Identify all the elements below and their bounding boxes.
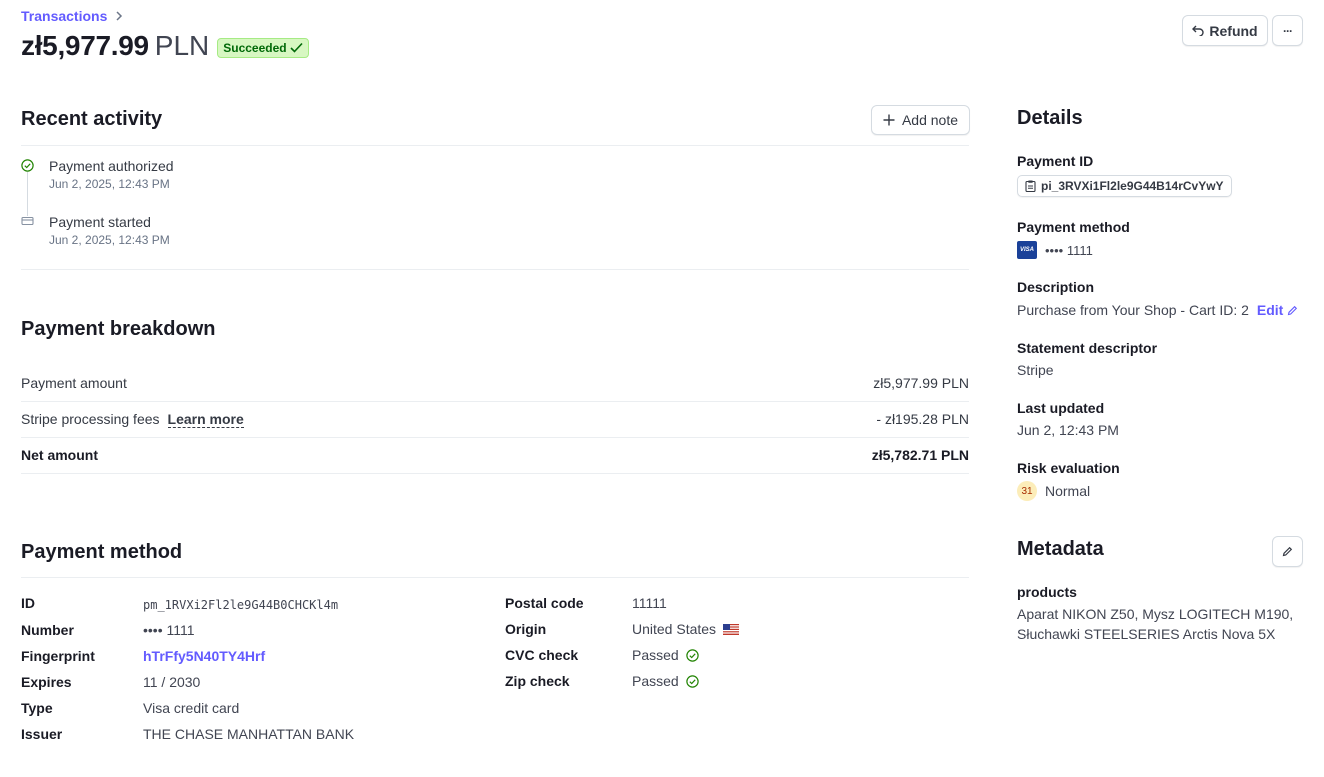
more-actions-button[interactable]: ··· (1272, 15, 1303, 46)
activity-title: Payment started (49, 214, 151, 230)
us-flag-icon (723, 623, 740, 635)
check-icon (290, 42, 303, 53)
risk-level: Normal (1045, 483, 1091, 499)
visa-card-icon: VISA (1017, 241, 1037, 259)
pm-number-label: Number (21, 622, 74, 638)
details-title: Details (1017, 107, 1083, 129)
check-circle-icon (686, 648, 699, 662)
divider (21, 269, 969, 270)
pm-cvc-value: Passed (632, 647, 679, 663)
risk-score-badge: 31 (1017, 481, 1037, 501)
metadata-title: Metadata (1017, 538, 1104, 560)
status-badge: Succeeded (217, 37, 309, 58)
clipboard-icon (1025, 180, 1036, 192)
pm-id-value: pm_1RVXi2Fl2le9G44B0CHCKl4m (143, 598, 339, 612)
pencil-icon (1288, 305, 1298, 315)
payment-breakdown-title: Payment breakdown (21, 318, 216, 340)
breadcrumb-transactions-link[interactable]: Transactions (21, 8, 107, 24)
statement-descriptor-value: Stripe (1017, 362, 1054, 378)
edit-description-button[interactable]: Edit (1257, 302, 1298, 318)
metadata-key: products (1017, 584, 1077, 600)
activity-item: Payment authorized Jun 2, 2025, 12:43 PM (21, 158, 174, 191)
status-badge-label: Succeeded (223, 40, 287, 55)
pm-id-label: ID (21, 595, 35, 611)
divider (21, 401, 969, 402)
activity-time: Jun 2, 2025, 12:43 PM (49, 233, 170, 247)
payment-id-value: pi_3RVXi1Fl2le9G44B14rCvYwY (1041, 179, 1224, 193)
edit-metadata-button[interactable] (1272, 536, 1303, 567)
pm-zip-value: Passed (632, 673, 679, 689)
pm-zip-label: Zip check (505, 673, 570, 689)
divider (21, 577, 969, 578)
risk-evaluation-label: Risk evaluation (1017, 460, 1120, 476)
refund-button[interactable]: Refund (1182, 15, 1268, 46)
description-value: Purchase from Your Shop - Cart ID: 2 (1017, 302, 1249, 318)
pm-origin-value: United States (632, 621, 717, 637)
last-updated-label: Last updated (1017, 400, 1105, 416)
check-circle-icon (686, 674, 699, 688)
pm-fingerprint-label: Fingerprint (21, 648, 95, 664)
pm-cvc-label: CVC check (505, 647, 579, 663)
activity-item: Payment started Jun 2, 2025, 12:43 PM (21, 214, 170, 247)
breadcrumb: Transactions (21, 8, 123, 24)
metadata-value-line2: Słuchawki STEELSERIES Arctis Nova 5X (1017, 626, 1276, 642)
payment-method-label: Payment method (1017, 219, 1130, 235)
payment-method-title: Payment method (21, 541, 183, 563)
pm-issuer-label: Issuer (21, 726, 63, 742)
card-icon (21, 216, 34, 226)
payment-amount: zł5,977.99 (21, 30, 149, 61)
refund-button-label: Refund (1209, 22, 1258, 39)
pencil-icon (1282, 546, 1293, 557)
payment-amount-label: Payment amount (21, 375, 127, 391)
divider (21, 145, 969, 146)
payment-currency: PLN (154, 30, 210, 61)
processing-fees-label: Stripe processing fees (21, 411, 160, 427)
net-amount-value: zł5,782.71 PLN (871, 447, 969, 463)
net-amount-label: Net amount (21, 447, 98, 463)
pm-type-label: Type (21, 700, 53, 716)
payment-amount-value: zł5,977.99 PLN (873, 375, 969, 391)
activity-title: Payment authorized (49, 158, 174, 174)
divider (21, 437, 969, 438)
description-label: Description (1017, 279, 1095, 295)
statement-descriptor-label: Statement descriptor (1017, 340, 1158, 356)
payment-id-label: Payment ID (1017, 153, 1094, 169)
pm-expires-label: Expires (21, 674, 72, 690)
pm-origin-label: Origin (505, 621, 547, 637)
pm-cvc: Passed (632, 647, 699, 663)
pm-expires-value: 11 / 2030 (143, 674, 201, 690)
check-circle-icon (21, 159, 34, 172)
pm-postal-label: Postal code (505, 595, 584, 611)
chevron-right-icon (115, 11, 123, 21)
learn-more-link[interactable]: Learn more (167, 411, 244, 428)
fingerprint-link[interactable]: hTrFfy5N40TY4Hrf (143, 648, 265, 664)
pm-origin: United States (632, 621, 740, 637)
activity-time: Jun 2, 2025, 12:43 PM (49, 177, 170, 191)
processing-fees-value: - zł195.28 PLN (876, 411, 969, 427)
pm-type-value: Visa credit card (143, 700, 240, 716)
risk-evaluation: 31 Normal (1017, 481, 1090, 501)
divider (21, 473, 969, 474)
payment-method-summary: VISA •••• 1111 (1017, 241, 1093, 259)
processing-fees-row: Stripe processing fees Learn more (21, 411, 244, 428)
copy-payment-id-button[interactable]: pi_3RVXi1Fl2le9G44B14rCvYwY (1017, 175, 1232, 197)
payment-header: zł5,977.99 PLN Succeeded (21, 30, 309, 62)
plus-icon (883, 114, 895, 126)
metadata-value-line1: Aparat NIKON Z50, Mysz LOGITECH M190, (1017, 606, 1294, 622)
add-note-label: Add note (901, 112, 959, 128)
more-icon: ··· (1283, 23, 1293, 38)
edit-description-label: Edit (1256, 302, 1284, 318)
pm-postal-value: 11111 (632, 595, 667, 611)
refund-arrow-icon (1192, 25, 1205, 36)
add-note-button[interactable]: Add note (871, 105, 970, 135)
pm-zip: Passed (632, 673, 699, 689)
pm-issuer-value: THE CHASE MANHATTAN BANK (143, 726, 355, 742)
last-updated-value: Jun 2, 12:43 PM (1017, 422, 1119, 438)
description-row: Purchase from Your Shop - Cart ID: 2 Edi… (1017, 302, 1298, 318)
card-number: •••• 1111 (1045, 242, 1093, 258)
pm-number-value: •••• 1111 (143, 622, 195, 638)
recent-activity-title: Recent activity (21, 108, 163, 130)
